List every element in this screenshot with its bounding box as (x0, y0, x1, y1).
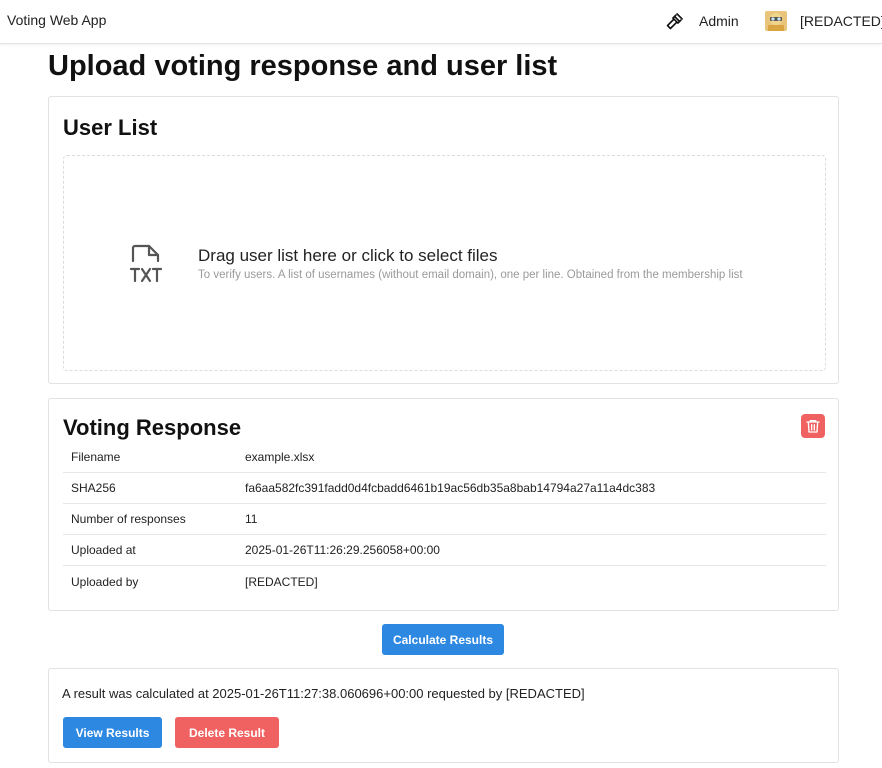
gavel-icon (666, 13, 683, 30)
voting-response-table: Filename example.xlsx SHA256 fa6aa582fc3… (63, 442, 826, 597)
view-results-button[interactable]: View Results (63, 717, 162, 748)
delete-result-button[interactable]: Delete Result (175, 717, 279, 748)
txt-file-icon (130, 244, 163, 283)
dropzone-label: Drag user list here or click to select f… (198, 246, 498, 265)
page-title: Upload voting response and user list (48, 50, 558, 82)
result-message: A result was calculated at 2025-01-26T11… (62, 686, 585, 701)
top-navbar: Voting Web App Admin [REDACTED] (0, 0, 882, 44)
voting-response-title: Voting Response (63, 415, 242, 440)
row-value: fa6aa582fc391fadd0d4fcbadd6461b19ac56db3… (245, 481, 656, 495)
trash-icon (806, 420, 820, 433)
row-key: Filename (71, 450, 121, 464)
app-title[interactable]: Voting Web App (7, 12, 106, 28)
result-card: A result was calculated at 2025-01-26T11… (48, 668, 839, 763)
row-value: 2025-01-26T11:26:29.256058+00:00 (245, 543, 440, 557)
user-name: [REDACTED] (800, 13, 882, 29)
row-key: Uploaded at (71, 543, 136, 557)
row-key: Uploaded by (71, 574, 139, 589)
voting-response-card: Voting Response Filename example.xlsx SH… (48, 398, 839, 611)
row-value: 11 (245, 512, 258, 526)
row-value: example.xlsx (245, 450, 315, 464)
admin-label: Admin (699, 13, 739, 29)
row-value: [REDACTED] (245, 574, 318, 589)
user-list-dropzone[interactable]: Drag user list here or click to select f… (63, 155, 826, 371)
row-key: SHA256 (71, 481, 116, 495)
table-row: Uploaded by [REDACTED] (63, 566, 826, 597)
admin-link[interactable]: Admin (665, 10, 739, 32)
dropzone-hint: To verify users. A list of usernames (wi… (198, 269, 743, 281)
table-row: Uploaded at 2025-01-26T11:26:29.256058+0… (63, 535, 826, 566)
user-list-title: User List (63, 115, 158, 140)
table-row: Number of responses 11 (63, 504, 826, 535)
calculate-results-button[interactable]: Calculate Results (382, 624, 504, 655)
row-key: Number of responses (71, 512, 186, 526)
table-row: SHA256 fa6aa582fc391fadd0d4fcbadd6461b19… (63, 473, 826, 504)
user-list-card: User List Drag user list here or click t… (48, 96, 839, 384)
user-menu[interactable]: [REDACTED] (765, 10, 882, 32)
table-row: Filename example.xlsx (63, 442, 826, 473)
avatar (765, 11, 787, 31)
delete-voting-response-button[interactable] (801, 414, 825, 438)
